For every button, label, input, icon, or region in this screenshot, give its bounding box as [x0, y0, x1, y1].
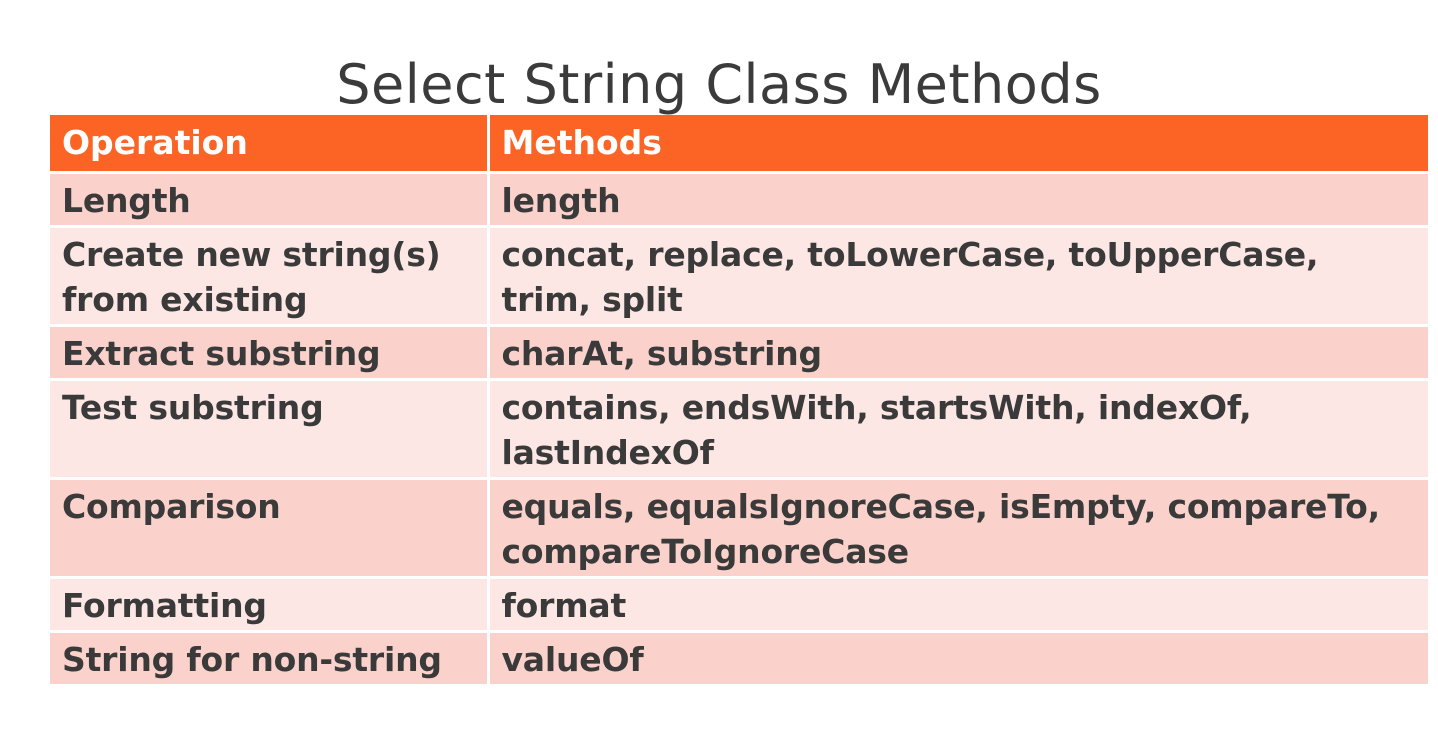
- table-row: Test substring contains, endsWith, start…: [50, 379, 1428, 480]
- operation-cell: Create new string(s) from existing: [50, 226, 488, 327]
- methods-cell: charAt, substring: [486, 325, 1428, 381]
- table-row: Extract substring charAt, substring: [50, 325, 1428, 381]
- table-row: Length length: [50, 172, 1428, 228]
- operation-cell: Comparison: [50, 478, 488, 579]
- table-row: Comparison equals, equalsIgnoreCase, isE…: [50, 478, 1428, 579]
- methods-table: Operation Methods Length length Create n…: [50, 115, 1428, 687]
- slide-title: Select String Class Methods: [336, 53, 1102, 117]
- operation-cell: Length: [50, 172, 488, 228]
- methods-cell: concat, replace, toLowerCase, toUpperCas…: [486, 226, 1428, 327]
- operation-cell: Formatting: [50, 577, 488, 633]
- table-header-row: Operation Methods: [50, 115, 1428, 174]
- methods-cell: contains, endsWith, startsWith, indexOf,…: [486, 379, 1428, 480]
- methods-cell: length: [486, 172, 1428, 228]
- table-row: Create new string(s) from existing conca…: [50, 226, 1428, 327]
- methods-cell: equals, equalsIgnoreCase, isEmpty, compa…: [486, 478, 1428, 579]
- column-header-operation: Operation: [50, 115, 488, 174]
- column-header-methods: Methods: [486, 115, 1428, 174]
- operation-cell: Extract substring: [50, 325, 488, 381]
- methods-cell: valueOf: [486, 631, 1428, 687]
- methods-cell: format: [486, 577, 1428, 633]
- table-row: String for non-string valueOf: [50, 631, 1428, 687]
- operation-cell: Test substring: [50, 379, 488, 480]
- table-row: Formatting format: [50, 577, 1428, 633]
- operation-cell: String for non-string: [50, 631, 488, 687]
